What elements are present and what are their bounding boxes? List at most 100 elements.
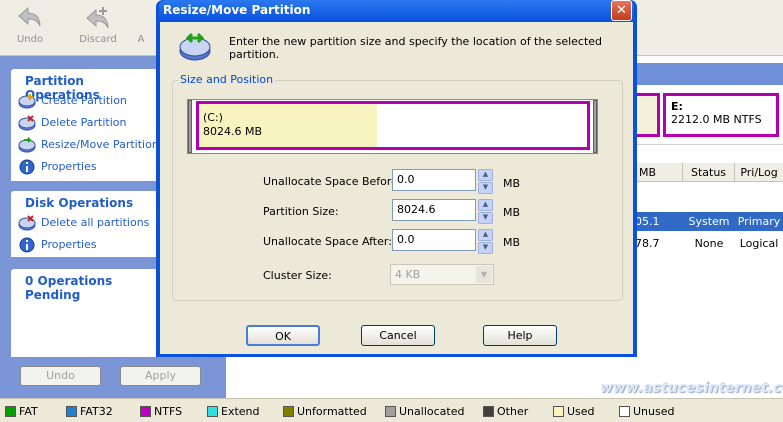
legend-label: Used xyxy=(567,404,595,418)
pending-operations-title: 0 Operations Pending xyxy=(25,274,113,302)
undo-toolbar-label: Undo xyxy=(16,34,44,45)
legend-label: FAT xyxy=(19,404,38,418)
delete-all-partitions-link[interactable]: Delete all partitions xyxy=(12,212,157,234)
spin-down-icon[interactable]: ▼ xyxy=(478,242,493,254)
partition-properties-link[interactable]: Properties xyxy=(12,156,157,178)
sidebar-apply-button[interactable]: Apply xyxy=(120,366,201,386)
legend-swatch xyxy=(207,405,218,417)
column-header-pri-log[interactable]: Pri/Log xyxy=(735,163,783,182)
watermark: www.astucesinternet.com xyxy=(600,380,783,396)
legend-swatch xyxy=(385,405,396,417)
chevron-down-icon[interactable]: ▼ xyxy=(476,266,492,283)
partition-used-area: (C:) 8024.6 MB xyxy=(199,104,377,147)
resize-partition-icon xyxy=(18,137,36,153)
cancel-button[interactable]: Cancel xyxy=(361,325,435,346)
partition-properties-label: Properties xyxy=(41,160,97,173)
before-spinner[interactable]: ▲ ▼ xyxy=(478,169,493,194)
before-input[interactable]: 0.0 xyxy=(392,169,476,191)
size-label: Partition Size: xyxy=(263,205,339,218)
legend-swatch xyxy=(483,405,494,417)
ok-button[interactable]: OK xyxy=(246,325,320,346)
legend-swatch xyxy=(553,405,564,417)
legend-label: Unused xyxy=(633,404,675,418)
legend-label: FAT32 xyxy=(80,404,113,418)
legend-label: Extend xyxy=(221,404,260,418)
table-row[interactable]: 78.7 None Logical xyxy=(635,234,783,253)
spin-up-icon[interactable]: ▲ xyxy=(478,199,493,211)
legend-label: Unallocated xyxy=(399,404,465,418)
spin-down-icon[interactable]: ▼ xyxy=(478,212,493,224)
undo-icon xyxy=(18,6,41,27)
before-unit: MB xyxy=(503,177,521,190)
legend-item: FAT xyxy=(5,404,38,418)
close-icon: ✕ xyxy=(616,3,627,18)
create-partition-label: Create Partition xyxy=(41,94,127,107)
create-partition-icon xyxy=(18,94,36,109)
sidebar-undo-button[interactable]: Undo xyxy=(20,366,101,386)
cluster-size-label: Cluster Size: xyxy=(263,269,332,282)
partition-drive-letter: (C:) xyxy=(203,111,223,124)
column-header-status[interactable]: Status xyxy=(683,163,735,182)
partition-size-text: 8024.6 MB xyxy=(203,125,263,138)
resize-move-partition-link[interactable]: Resize/Move Partition xyxy=(12,134,159,156)
partition-e-label: E: xyxy=(671,100,683,113)
legend-swatch xyxy=(66,405,77,417)
legend-label: NTFS xyxy=(154,404,183,418)
legend-swatch xyxy=(140,405,151,417)
legend-item: FAT32 xyxy=(66,404,113,418)
row-size: 78.7 xyxy=(635,237,660,250)
row-size: 05.1 xyxy=(635,215,660,228)
disk-operations-title: Disk Operations xyxy=(25,196,134,210)
column-header-size[interactable]: MB xyxy=(635,163,683,182)
row-status: None xyxy=(694,237,724,250)
after-spinner[interactable]: ▲ ▼ xyxy=(478,229,493,254)
info-icon xyxy=(19,237,35,253)
delete-partition-icon xyxy=(18,215,36,231)
resize-partition-icon xyxy=(179,32,211,61)
size-unit: MB xyxy=(503,206,521,219)
left-resize-handle[interactable] xyxy=(188,100,192,153)
discard-toolbar-label: Discard xyxy=(79,34,117,45)
after-input[interactable]: 0.0 xyxy=(392,229,476,251)
resize-move-partition-label: Resize/Move Partition xyxy=(41,138,159,151)
legend-item: Used xyxy=(553,404,595,418)
diskmap-partition-e[interactable]: E: 2212.0 MB NTFS xyxy=(663,93,779,137)
create-partition-link[interactable]: Create Partition xyxy=(12,90,157,112)
legend-item: Unformatted xyxy=(283,404,367,418)
legend-item: Unallocated xyxy=(385,404,465,418)
spin-down-icon[interactable]: ▼ xyxy=(478,182,493,194)
discard-icon xyxy=(86,7,109,29)
after-unit: MB xyxy=(503,236,521,249)
pending-operations-panel: 0 Operations Pending xyxy=(11,269,158,357)
dialog-title: Resize/Move Partition xyxy=(159,0,634,21)
legend-label: Unformatted xyxy=(297,404,367,418)
legend-swatch xyxy=(283,405,294,417)
row-type: Logical xyxy=(739,237,779,250)
dialog-instructions: Enter the new partition size and specify… xyxy=(229,35,603,61)
delete-partition-label: Delete Partition xyxy=(41,116,127,129)
help-button[interactable]: Help xyxy=(483,325,557,346)
info-icon xyxy=(19,159,35,175)
legend-swatch xyxy=(619,405,630,417)
row-status: System xyxy=(688,215,730,228)
size-spinner[interactable]: ▲ ▼ xyxy=(478,199,493,224)
discard-toolbar-button[interactable]: Discard xyxy=(68,4,128,52)
disk-properties-link[interactable]: Properties xyxy=(12,234,157,256)
spin-up-icon[interactable]: ▲ xyxy=(478,229,493,241)
apply-toolbar-label: A xyxy=(137,34,145,45)
spin-up-icon[interactable]: ▲ xyxy=(478,169,493,181)
after-label: Unallocate Space After: xyxy=(263,235,392,248)
delete-partition-link[interactable]: Delete Partition xyxy=(12,112,157,134)
legend-item: Extend xyxy=(207,404,260,418)
undo-toolbar-button[interactable]: Undo xyxy=(0,4,60,52)
right-resize-handle[interactable] xyxy=(593,100,597,153)
disk-operations-panel: Disk Operations Delete all partitions Pr… xyxy=(11,191,158,257)
size-input[interactable]: 8024.6 xyxy=(392,199,476,221)
before-label: Unallocate Space Before: xyxy=(263,175,402,188)
partition-grid-header: MB Status Pri/Log xyxy=(635,163,783,182)
dialog-close-button[interactable]: ✕ xyxy=(611,0,632,21)
legend-item: Other xyxy=(483,405,528,418)
apply-toolbar-button[interactable]: A xyxy=(126,4,156,52)
partition-operations-panel: Partition Operations Create Partition De… xyxy=(11,69,159,181)
table-row[interactable]: 05.1 System Primary xyxy=(635,212,783,231)
